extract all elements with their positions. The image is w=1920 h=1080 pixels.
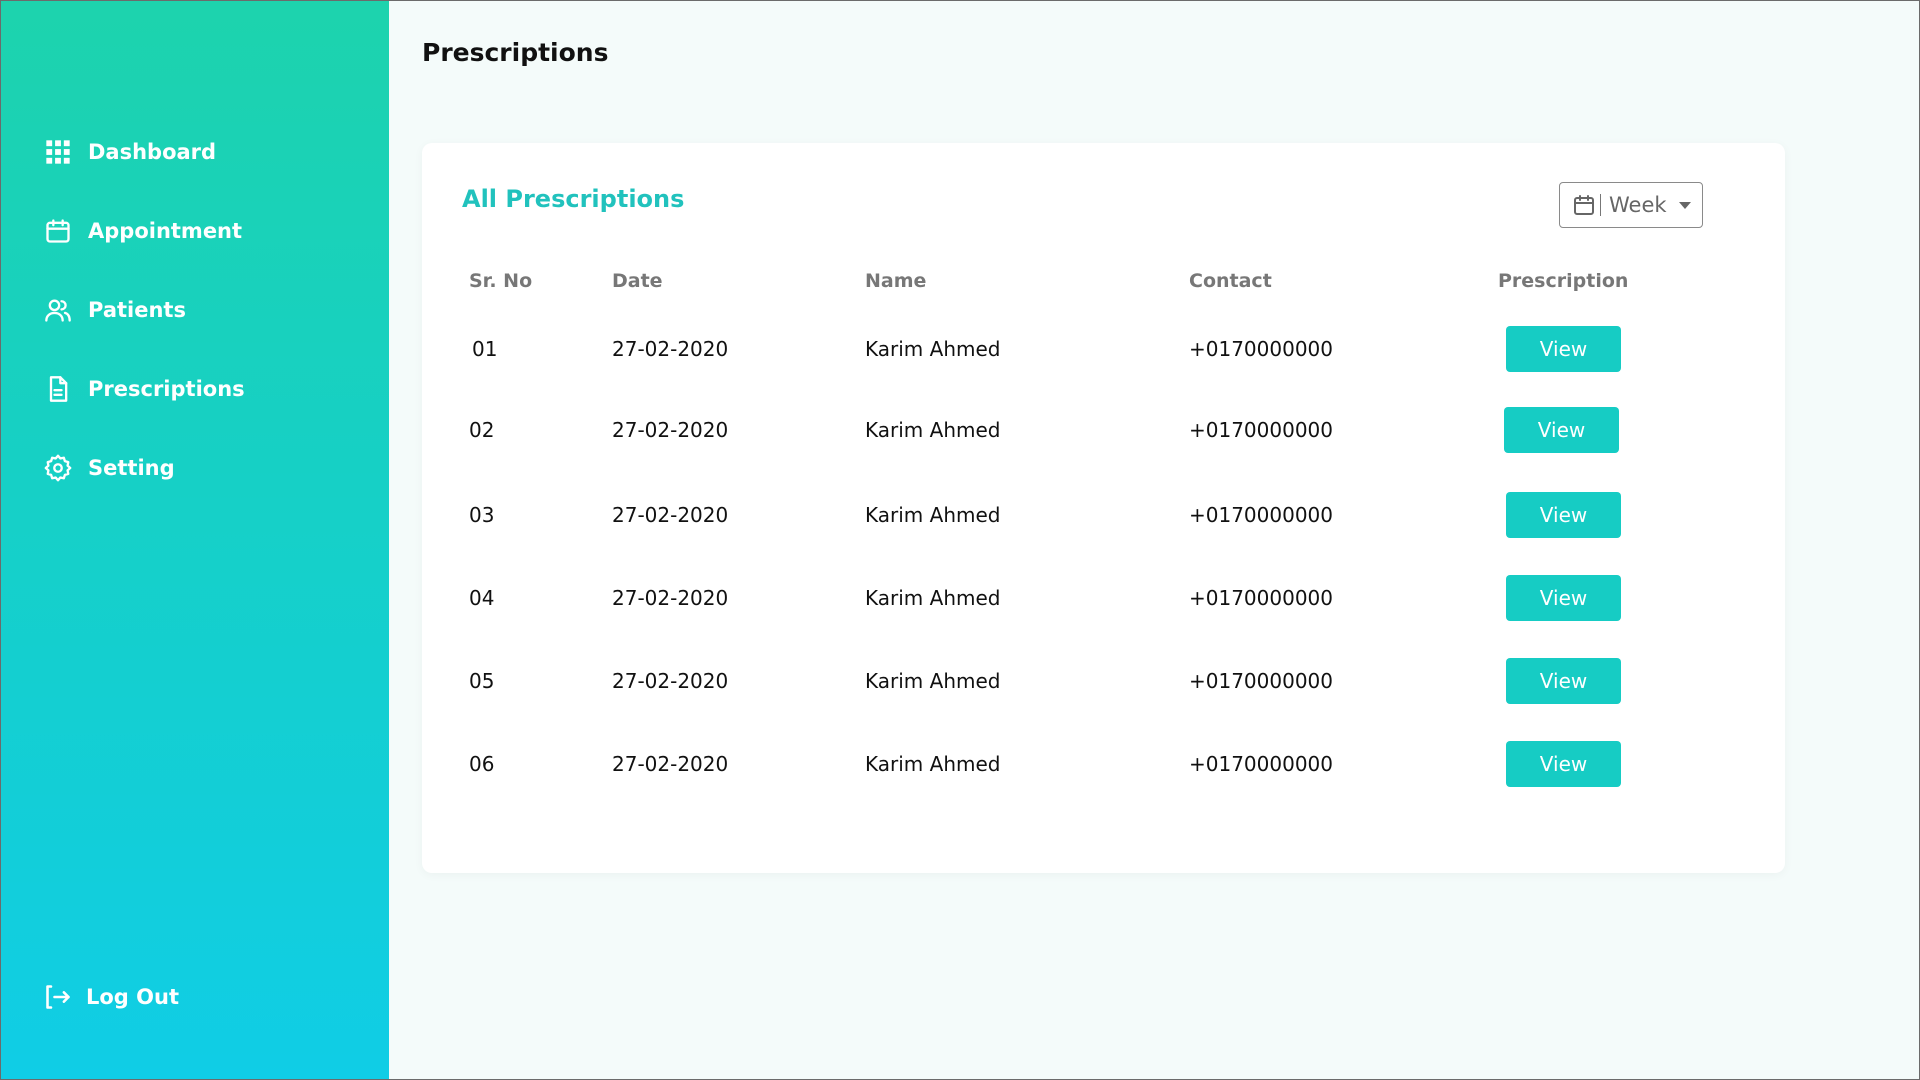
period-select-value: Week [1609,193,1667,217]
cell-sr-no: 05 [469,669,495,693]
column-header-sr-no: Sr. No [469,270,533,292]
cell-sr-no: 03 [469,503,495,527]
cell-date: 27-02-2020 [612,586,729,610]
grid-icon [44,138,72,166]
cell-name: Karim Ahmed [865,503,1001,527]
cell-name: Karim Ahmed [865,418,1001,442]
calendar-icon [1572,193,1596,217]
document-icon [44,375,72,403]
cell-contact: +0170000000 [1189,337,1334,361]
logout-label: Log Out [86,985,179,1009]
sidebar-item-setting[interactable]: Setting [44,428,245,507]
cell-name: Karim Ahmed [865,752,1001,776]
sidebar-item-label: Appointment [88,218,243,243]
table-row: 02 27-02-2020 Karim Ahmed +0170000000 Vi… [422,407,1785,453]
view-button[interactable]: View [1504,407,1619,453]
column-header-name: Name [865,270,927,292]
cell-contact: +0170000000 [1189,669,1334,693]
logout-icon [44,983,72,1011]
cell-date: 27-02-2020 [612,752,729,776]
column-header-contact: Contact [1189,270,1272,292]
page-title: Prescriptions [422,38,609,67]
table-row: 06 27-02-2020 Karim Ahmed +0170000000 Vi… [422,741,1785,787]
table-row: 01 27-02-2020 Karim Ahmed +0170000000 Vi… [422,326,1785,372]
period-select[interactable]: Week [1559,182,1703,228]
cell-date: 27-02-2020 [612,669,729,693]
cell-date: 27-02-2020 [612,503,729,527]
column-header-prescription: Prescription [1498,270,1629,292]
table-row: 05 27-02-2020 Karim Ahmed +0170000000 Vi… [422,658,1785,704]
sidebar-item-label: Prescriptions [88,376,245,401]
cell-sr-no: 06 [469,752,495,776]
sidebar-item-label: Setting [88,455,175,480]
view-button[interactable]: View [1506,658,1621,704]
cell-name: Karim Ahmed [865,669,1001,693]
table-header: Sr. No Date Name Contact Prescription [422,270,1785,300]
calendar-icon [44,217,72,245]
cell-contact: +0170000000 [1189,752,1334,776]
cell-contact: +0170000000 [1189,503,1334,527]
cell-name: Karim Ahmed [865,586,1001,610]
sidebar-item-patients[interactable]: Patients [44,270,245,349]
column-header-date: Date [612,270,663,292]
table-row: 04 27-02-2020 Karim Ahmed +0170000000 Vi… [422,575,1785,621]
view-button[interactable]: View [1506,575,1621,621]
select-divider [1600,194,1601,216]
cell-sr-no: 02 [469,418,495,442]
card-title: All Prescriptions [462,185,685,213]
prescriptions-card: All Prescriptions Week Sr. No Date Name … [422,143,1785,873]
sidebar-item-prescriptions[interactable]: Prescriptions [44,349,245,428]
logout-button[interactable]: Log Out [44,983,179,1011]
cell-name: Karim Ahmed [865,337,1001,361]
table-row: 03 27-02-2020 Karim Ahmed +0170000000 Vi… [422,492,1785,538]
sidebar-item-label: Dashboard [88,139,217,164]
sidebar-nav: Dashboard Appointment Patients Prescript… [44,112,245,507]
users-icon [44,296,72,324]
chevron-down-icon [1678,201,1691,209]
cell-contact: +0170000000 [1189,418,1334,442]
cell-date: 27-02-2020 [612,337,729,361]
view-button[interactable]: View [1506,326,1621,372]
sidebar-item-dashboard[interactable]: Dashboard [44,112,245,191]
cell-sr-no: 04 [469,586,495,610]
view-button[interactable]: View [1506,741,1621,787]
cell-contact: +0170000000 [1189,586,1334,610]
sidebar: Dashboard Appointment Patients Prescript… [0,0,389,1080]
view-button[interactable]: View [1506,492,1621,538]
cell-date: 27-02-2020 [612,418,729,442]
gear-icon [44,454,72,482]
sidebar-item-appointment[interactable]: Appointment [44,191,245,270]
cell-sr-no: 01 [472,337,498,361]
sidebar-item-label: Patients [88,297,186,322]
